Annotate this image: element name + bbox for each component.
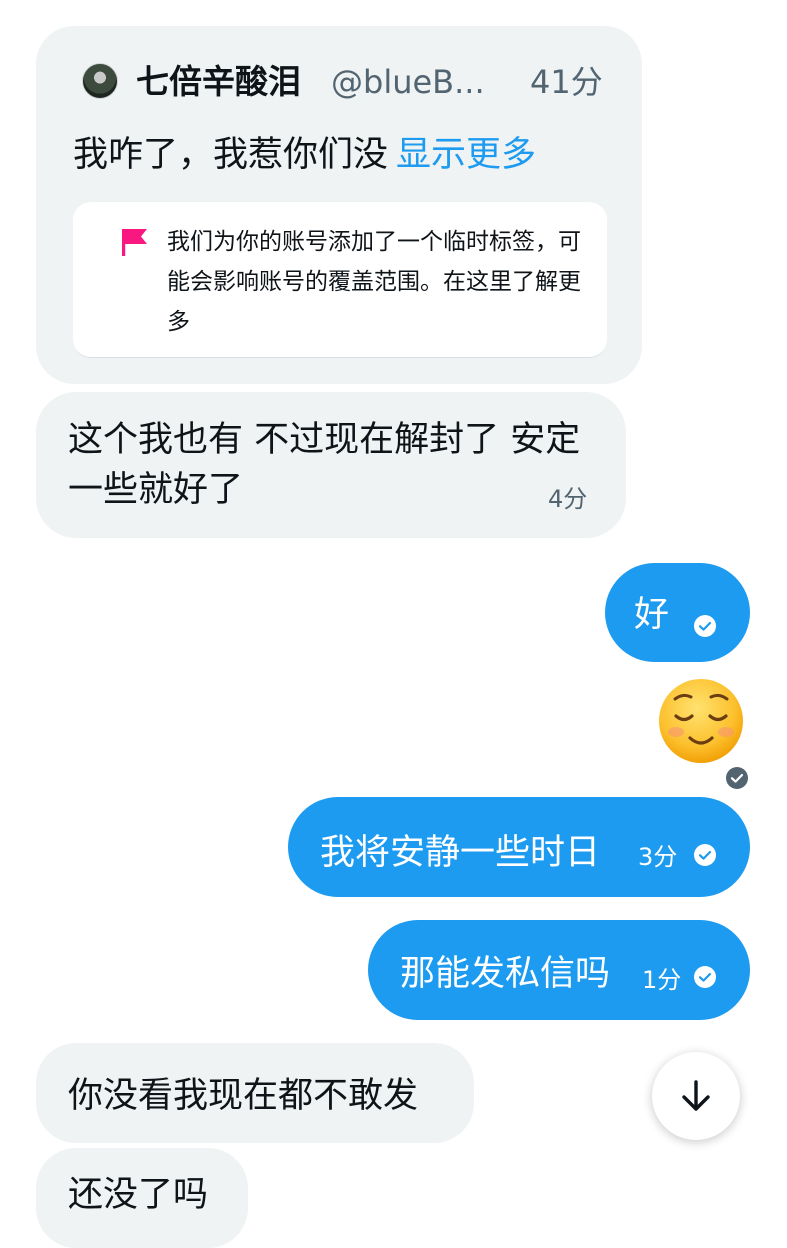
outgoing-message-bubble[interactable] <box>605 563 750 662</box>
relieved-face-emoji[interactable] <box>656 676 746 766</box>
quoted-tweet-text: 我咋了，我惹你们没 显示更多 <box>73 132 536 178</box>
message-text: 这个我也有 不过现在解封了 安定一些就好了 <box>68 420 581 510</box>
quoted-author-name: 七倍辛酸泪 <box>136 62 301 101</box>
show-more-link[interactable]: 显示更多 <box>396 135 536 175</box>
flag-icon <box>122 229 147 256</box>
message-text: 好 <box>634 595 670 635</box>
message-time: 4分 <box>548 485 588 513</box>
avatar[interactable] <box>82 63 118 99</box>
quoted-author-handle: @blueB... <box>331 63 485 101</box>
message-time: 3分 <box>638 843 678 871</box>
message-time: 1分 <box>642 966 682 994</box>
message-text: 我将安静一些时日 <box>320 833 601 873</box>
quoted-tweet-time: 41分 <box>530 63 603 101</box>
account-notice-text[interactable]: 我们为你的账号添加了一个临时标签，可能会影响账号的覆盖范围。在这里了解更多 <box>167 222 595 342</box>
check-circle-icon <box>694 966 716 988</box>
message-text: 那能发私信吗 <box>400 954 611 994</box>
message-text: 还没了吗 <box>68 1175 209 1215</box>
arrow-down-icon <box>682 1080 710 1111</box>
check-circle-icon <box>694 844 716 866</box>
scroll-to-bottom-button[interactable] <box>652 1052 740 1140</box>
message-text: 你没看我现在都不敢发 <box>68 1076 419 1116</box>
check-circle-icon <box>694 615 716 637</box>
check-circle-icon <box>726 767 748 789</box>
quoted-tweet-body: 我咋了，我惹你们没 <box>73 135 389 175</box>
